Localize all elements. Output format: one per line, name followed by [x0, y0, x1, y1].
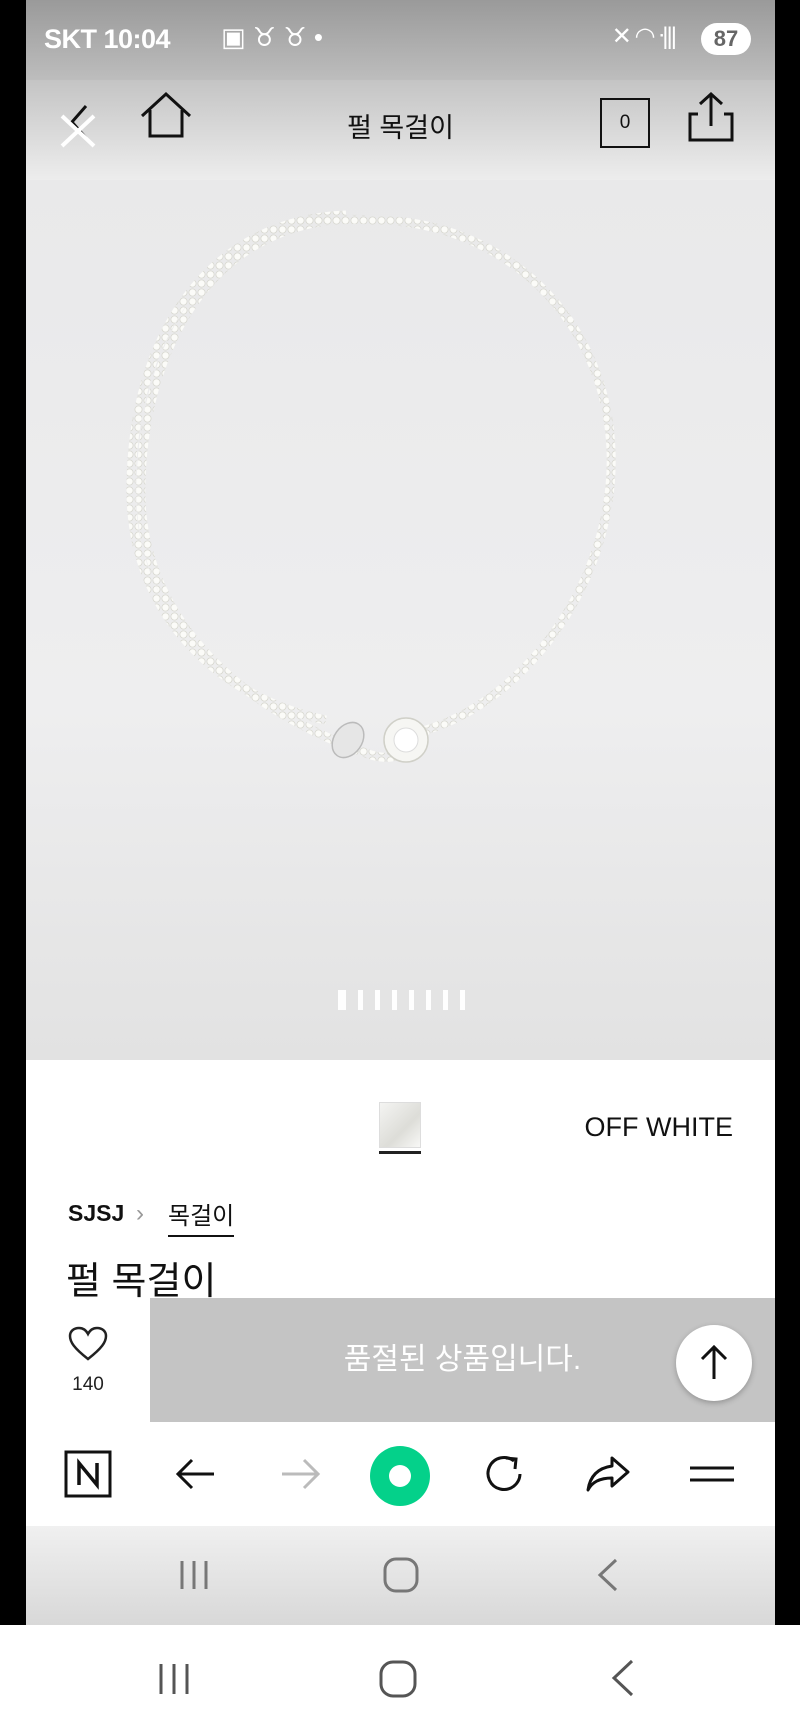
product-name: 펄 목걸이 — [66, 1261, 217, 1303]
home-circle-icon — [383, 1557, 419, 1593]
gallery-dot[interactable] — [375, 990, 380, 1010]
recents-icon — [180, 1561, 208, 1589]
home-button[interactable] — [378, 1659, 418, 1699]
share-arrow-icon[interactable] — [584, 1450, 634, 1498]
color-name: OFF WHITE — [584, 1112, 733, 1142]
swatch-selected-underline — [379, 1151, 421, 1154]
scroll-top-button[interactable] — [676, 1325, 752, 1401]
gallery-dot[interactable] — [443, 990, 448, 1010]
like-count: 140 — [72, 1374, 104, 1395]
chevron-right-icon: › — [136, 1200, 144, 1227]
status-bar: SKT 10:04 ▣ ♉ ♉ • ✕ ◠ ᐧ||| 87 — [26, 0, 775, 80]
arrow-up-icon — [700, 1344, 728, 1379]
gallery-dot[interactable] — [392, 990, 397, 1010]
inner-system-nav — [26, 1526, 775, 1625]
menu-icon[interactable] — [688, 1450, 736, 1498]
cart-icon[interactable]: 0 — [600, 98, 650, 148]
status-carrier-time: SKT 10:04 — [44, 24, 171, 54]
app-header: 펄 목걸이 0 — [26, 80, 775, 180]
share-icon[interactable] — [686, 90, 736, 146]
gallery-dot[interactable] — [409, 990, 414, 1010]
battery-badge: 87 — [701, 23, 751, 55]
product-image[interactable] — [26, 180, 775, 1060]
brand-link[interactable]: SJSJ — [68, 1200, 124, 1227]
forward-arrow-icon[interactable] — [276, 1450, 324, 1498]
like-button[interactable]: 140 — [26, 1298, 150, 1422]
page-title: 펄 목걸이 — [347, 113, 454, 143]
nav-back-icon — [597, 1558, 618, 1592]
back-arrow-icon[interactable] — [172, 1450, 220, 1498]
recents-button[interactable] — [156, 1661, 192, 1697]
notification-icons: ▣ ♉ ♉ • — [221, 22, 323, 52]
category-link[interactable]: 목걸이 — [168, 1196, 235, 1237]
naver-icon[interactable] — [64, 1450, 112, 1498]
back-button[interactable] — [608, 1657, 638, 1699]
heart-icon — [68, 1326, 108, 1361]
color-swatch[interactable] — [379, 1102, 421, 1148]
action-bar: 140 품절된 상품입니다. — [26, 1298, 775, 1422]
gallery-dot[interactable] — [358, 990, 363, 1010]
phone-screen: SKT 10:04 ▣ ♉ ♉ • ✕ ◠ ᐧ||| 87 펄 목걸이 0 OF… — [26, 0, 775, 1625]
green-home-icon[interactable] — [370, 1446, 430, 1506]
system-nav-bar — [0, 1625, 800, 1733]
gallery-dot[interactable] — [426, 990, 431, 1010]
browser-toolbar — [26, 1422, 775, 1526]
gallery-indicator — [338, 990, 477, 1012]
gallery-dot[interactable] — [460, 990, 465, 1010]
refresh-icon[interactable] — [480, 1450, 528, 1498]
pearl-necklace-image — [126, 210, 616, 763]
gallery-dot[interactable] — [338, 990, 346, 1010]
signal-icons: ✕ ◠ ᐧ||| — [611, 23, 677, 50]
